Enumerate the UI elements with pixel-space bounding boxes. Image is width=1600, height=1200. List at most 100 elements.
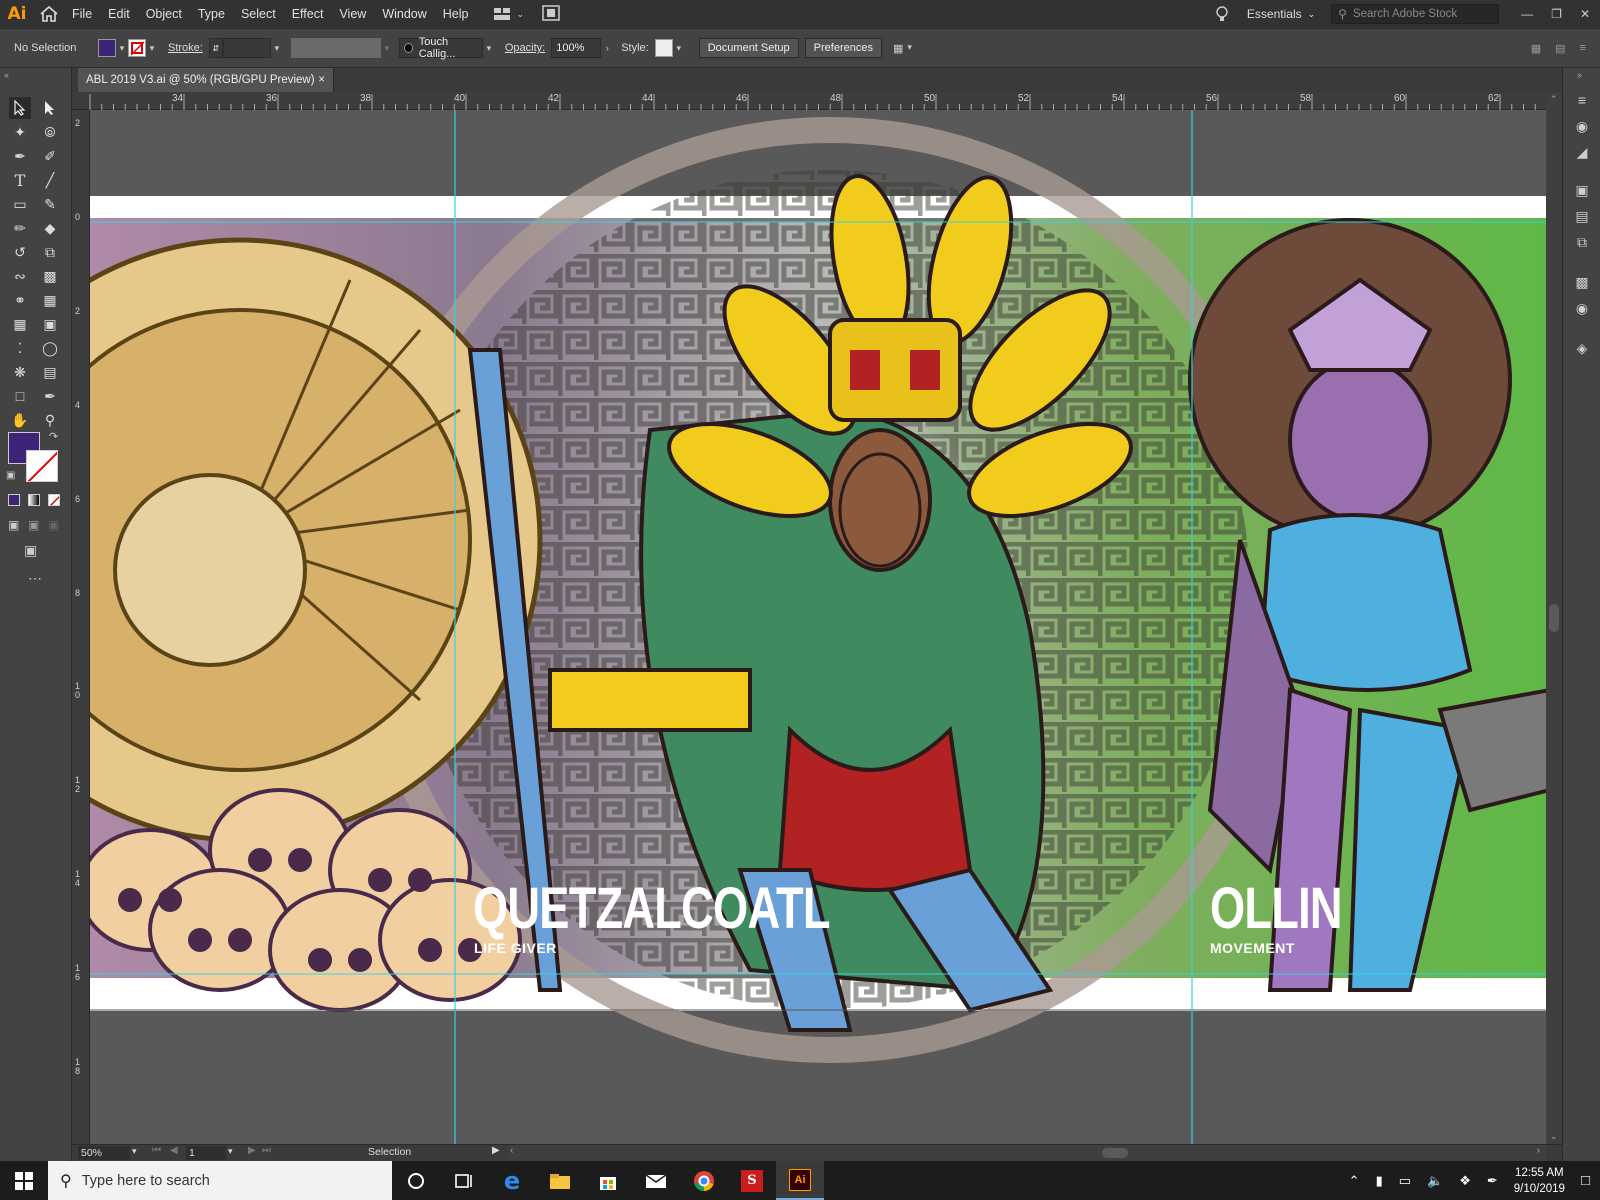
- shaper-tool-icon[interactable]: ✎: [39, 193, 61, 215]
- symbol-sprayer-icon[interactable]: ❋: [9, 361, 31, 383]
- zoom-dropdown[interactable]: ▾: [132, 1146, 137, 1157]
- lasso-icon[interactable]: ⦾: [39, 121, 61, 143]
- volume-icon[interactable]: 🔈: [1427, 1173, 1443, 1189]
- menu-object[interactable]: Object: [138, 0, 190, 28]
- document-tab[interactable]: ABL 2019 V3.ai @ 50% (RGB/GPU Preview) ×: [78, 68, 334, 92]
- status-menu-icon[interactable]: ▶: [492, 1145, 500, 1156]
- properties-panel-icon[interactable]: ≡: [1572, 90, 1592, 110]
- eyedropper-icon[interactable]: ⁚: [9, 337, 31, 359]
- align-panel-icon[interactable]: ▤: [1572, 206, 1592, 226]
- scroll-up-icon[interactable]: ⌃: [1550, 94, 1558, 105]
- scroll-down-icon[interactable]: ⌄: [1550, 1131, 1558, 1142]
- pen-tool-icon[interactable]: ✒: [9, 145, 31, 167]
- brush-dropdown[interactable]: ▾: [483, 39, 495, 57]
- panel-menu-icon[interactable]: ≡: [1580, 42, 1586, 55]
- artboard-tool-icon[interactable]: □: [9, 385, 31, 407]
- transform-panel-icon[interactable]: ▣: [1572, 180, 1592, 200]
- vertical-scrollbar[interactable]: ⌃ ⌄: [1546, 92, 1562, 1144]
- screen-mode-icon[interactable]: ▣: [24, 542, 37, 559]
- previous-artboard-icon[interactable]: ◀: [170, 1145, 178, 1156]
- selection-tool-icon[interactable]: [9, 97, 31, 119]
- pathfinder-panel-icon[interactable]: ⧉: [1572, 232, 1592, 252]
- horizontal-ruler[interactable]: 34 36 38 40 42 44 46 48 50 52 54 56 58 6…: [72, 92, 1546, 110]
- hand-tool-icon[interactable]: ✋: [9, 409, 31, 431]
- home-icon[interactable]: [34, 0, 64, 28]
- file-explorer-icon[interactable]: [536, 1161, 584, 1200]
- store-icon[interactable]: [584, 1161, 632, 1200]
- none-mode-icon[interactable]: [48, 494, 60, 506]
- stroke-color-swatch[interactable]: [26, 450, 58, 482]
- clock[interactable]: 12:55 AM 9/10/2019: [1514, 1165, 1565, 1197]
- edge-icon[interactable]: e: [488, 1161, 536, 1200]
- pen-input-icon[interactable]: ✒: [1487, 1173, 1498, 1189]
- eraser-icon[interactable]: ◆: [39, 217, 61, 239]
- variable-width-profile[interactable]: [290, 38, 381, 58]
- paintbrush-icon[interactable]: ✏: [9, 217, 31, 239]
- recolor-icon[interactable]: ▦ ▾: [893, 42, 912, 55]
- show-hidden-icons[interactable]: ⌃: [1349, 1173, 1360, 1189]
- first-artboard-icon[interactable]: ⏮: [152, 1145, 161, 1156]
- appearance-panel-icon[interactable]: ◉: [1572, 298, 1592, 318]
- windows-start-icon[interactable]: [0, 1161, 48, 1200]
- preferences-button[interactable]: Preferences: [804, 38, 882, 58]
- style-dropdown[interactable]: ▾: [673, 39, 685, 57]
- color-guide-icon[interactable]: ◢: [1572, 142, 1592, 162]
- graph-tool-icon[interactable]: ▤: [39, 361, 61, 383]
- chrome-icon[interactable]: [680, 1161, 728, 1200]
- artboard-dropdown[interactable]: ▾: [228, 1146, 233, 1157]
- stroke-stepper[interactable]: ⇵: [208, 38, 223, 58]
- menu-view[interactable]: View: [331, 0, 374, 28]
- width-tool-icon[interactable]: ∾: [9, 265, 31, 287]
- artboard-canvas[interactable]: QUETZALCOATL LIFE GIVER OLLIN MOVEMENT: [90, 110, 1546, 1144]
- brush-definition[interactable]: Touch Callig...: [398, 36, 483, 60]
- minimize-button[interactable]: —: [1521, 7, 1533, 21]
- opacity-expand-icon[interactable]: ›: [601, 39, 613, 57]
- action-center-icon[interactable]: □: [1581, 1172, 1590, 1189]
- dropbox-icon[interactable]: ❖: [1459, 1173, 1471, 1189]
- stroke-dropdown[interactable]: ▾: [146, 39, 158, 57]
- free-transform-icon[interactable]: ▩: [39, 265, 61, 287]
- mesh-tool-icon[interactable]: ▦: [9, 313, 31, 335]
- edit-toolbar-icon[interactable]: ⋯: [28, 570, 42, 587]
- vertical-ruler[interactable]: 2 0 2 4 6 8 10 12 14 16 18: [72, 110, 90, 1144]
- rotate-icon[interactable]: ↺: [9, 241, 31, 263]
- maximize-button[interactable]: ❐: [1551, 7, 1562, 21]
- vertical-scroll-thumb[interactable]: [1549, 604, 1559, 632]
- document-setup-button[interactable]: Document Setup: [698, 38, 799, 58]
- close-window-button[interactable]: ✕: [1580, 7, 1590, 21]
- gradient-panel-icon[interactable]: ▩: [1572, 272, 1592, 292]
- color-panel-icon[interactable]: ◉: [1572, 116, 1592, 136]
- stock-search-field[interactable]: ⚲ Search Adobe Stock: [1331, 4, 1500, 24]
- illustrator-icon[interactable]: Ai: [776, 1161, 824, 1200]
- draw-normal-icon[interactable]: ▣: [8, 518, 19, 532]
- lightbulb-icon[interactable]: [1207, 5, 1237, 23]
- horizontal-scrollbar[interactable]: ‹ ›: [508, 1145, 1546, 1161]
- gradient-tool-icon[interactable]: ▣: [39, 313, 61, 335]
- taskbar-search-box[interactable]: ⚲ Type here to search: [48, 1161, 392, 1200]
- default-colors-icon[interactable]: ▣: [6, 470, 15, 481]
- close-tab-icon[interactable]: ×: [318, 74, 325, 86]
- draw-behind-icon[interactable]: ▣: [28, 518, 39, 532]
- menu-select[interactable]: Select: [233, 0, 284, 28]
- menu-type[interactable]: Type: [190, 0, 233, 28]
- next-artboard-icon[interactable]: ▶: [248, 1145, 256, 1156]
- stroke-weight-dropdown[interactable]: ▾: [271, 39, 283, 57]
- curvature-tool-icon[interactable]: ✐: [39, 145, 61, 167]
- opacity-label[interactable]: Opacity:: [505, 42, 545, 54]
- profile-dropdown[interactable]: ▾: [381, 39, 393, 57]
- expand-panels-icon[interactable]: »: [1577, 70, 1582, 80]
- task-view-icon[interactable]: [440, 1161, 488, 1200]
- mail-icon[interactable]: [632, 1161, 680, 1200]
- opacity-field[interactable]: 100%: [551, 38, 602, 58]
- menu-edit[interactable]: Edit: [100, 0, 138, 28]
- color-mode-icon[interactable]: [8, 494, 20, 506]
- network-icon[interactable]: ▭: [1399, 1173, 1411, 1189]
- stroke-weight-field[interactable]: [222, 38, 271, 58]
- artboard-number-field[interactable]: 1: [186, 1146, 226, 1160]
- shape-builder-icon[interactable]: ⚭: [9, 289, 31, 311]
- layers-panel-icon[interactable]: ◈: [1572, 338, 1592, 358]
- draw-inside-icon[interactable]: ▣: [48, 518, 59, 532]
- workspace-dropdown[interactable]: Essentials ⌄: [1237, 7, 1325, 21]
- direct-selection-tool-icon[interactable]: [39, 97, 61, 119]
- scroll-left-icon[interactable]: ‹: [510, 1145, 513, 1156]
